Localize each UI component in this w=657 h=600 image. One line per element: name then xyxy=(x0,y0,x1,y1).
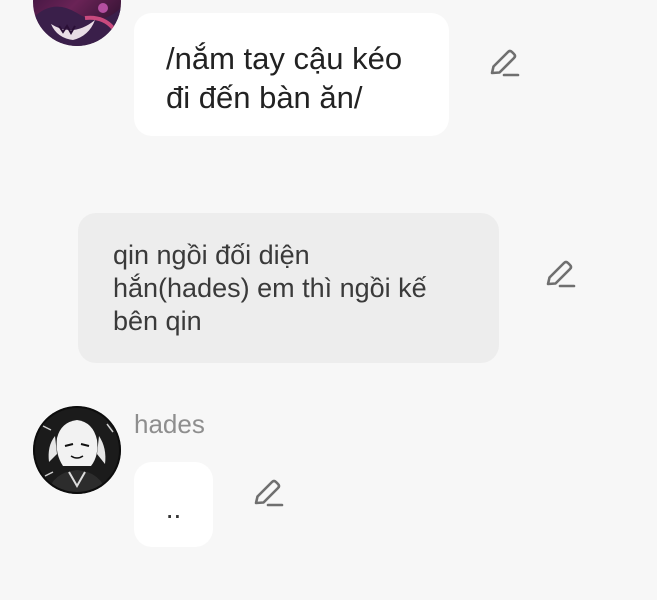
sender-name: hades xyxy=(134,409,205,439)
pencil-edit-icon[interactable] xyxy=(487,47,521,81)
message-text-line: đi đến bàn ăn/ xyxy=(166,80,363,115)
message-text-line: qin ngồi đối diện xyxy=(113,240,310,270)
message-bubble-narration[interactable]: qin ngồi đối diện hắn(hades) em thì ngồi… xyxy=(78,213,499,363)
pencil-edit-icon[interactable] xyxy=(251,477,285,511)
message-text-line: bên qin xyxy=(113,306,202,336)
message-text-line: hắn(hades) em thì ngồi kế xyxy=(113,273,427,303)
user-avatar[interactable] xyxy=(33,0,121,46)
message-text-line: .. xyxy=(165,493,182,524)
message-text-line: /nắm tay cậu kéo xyxy=(166,41,403,76)
pencil-edit-icon[interactable] xyxy=(543,258,577,292)
message-bubble-character[interactable]: .. xyxy=(134,462,213,547)
message-bubble-user[interactable]: /nắm tay cậu kéo đi đến bàn ăn/ xyxy=(134,13,449,136)
character-avatar[interactable] xyxy=(33,406,121,494)
